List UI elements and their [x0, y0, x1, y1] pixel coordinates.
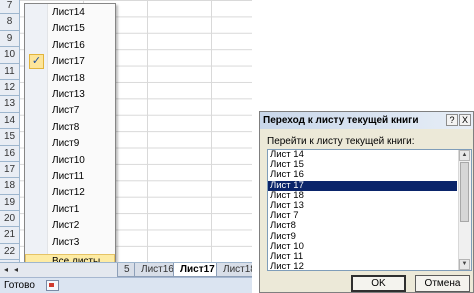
dialog-titlebar[interactable]: Переход к листу текущей книги ? X	[260, 112, 473, 129]
row-header[interactable]: 15	[0, 129, 19, 146]
row-header[interactable]: 13	[0, 96, 19, 113]
row-header[interactable]: 21	[0, 227, 19, 244]
list-scrollbar[interactable]: ▲ ▼	[458, 150, 471, 270]
first-sheet-nav-icon[interactable]: ◂	[2, 265, 10, 275]
row-header[interactable]: 22	[0, 244, 19, 261]
row-headers: 789101112131415161718192021222324	[0, 0, 20, 293]
sheet-list-items: Лист 14 Лист 15 Лист 16 Лист 17 Лист 18 Лист …	[268, 150, 471, 270]
sheet-menu-item-label: Лист12	[52, 187, 85, 199]
sheet-menu-item-label: Лист8	[52, 121, 80, 133]
sheet-menu-item[interactable]: Лист14	[25, 5, 115, 21]
sheet-menu-item-label: Лист7	[52, 105, 80, 117]
dialog-title: Переход к листу текущей книги	[263, 115, 419, 126]
sheet-menu-item-label: Лист2	[52, 220, 80, 232]
sheet-list-item[interactable]: Лист 7	[268, 210, 471, 221]
status-bar: Готово	[0, 277, 252, 293]
sheet-menu-item[interactable]: Лист8	[25, 120, 115, 136]
sheet-menu-item[interactable]: Лист3	[25, 235, 115, 251]
sheet-menu-item-label: Лист17	[52, 56, 85, 68]
scroll-up-icon[interactable]: ▲	[459, 150, 470, 161]
sheet-list-item[interactable]: Лист8	[268, 221, 471, 231]
sheet-menu-item-label: Лист14	[52, 7, 85, 18]
row-header[interactable]: 10	[0, 47, 19, 64]
scroll-thumb[interactable]	[460, 162, 469, 222]
sheet-menu-item-label: Лист1	[52, 203, 80, 215]
ok-button[interactable]: OK	[351, 275, 406, 292]
sheet-menu-item-label: Лист10	[52, 154, 85, 166]
sheet-tab-strip: ◂ ◂ 5Лист16Лист17Лист18	[0, 262, 252, 278]
spreadsheet-window: 789101112131415161718192021222324 Лист14…	[0, 0, 252, 293]
sheet-menu-item[interactable]: Лист18	[25, 71, 115, 87]
sheet-menu-item[interactable]: Лист2	[25, 218, 115, 234]
close-icon[interactable]: X	[459, 114, 471, 126]
sheet-listbox[interactable]: Лист 14 Лист 15 Лист 16 Лист 17 Лист 18 Лист …	[267, 149, 472, 271]
sheet-menu-item-label: Лист3	[52, 236, 80, 248]
sheet-tab[interactable]: Лист17	[173, 263, 222, 277]
row-header[interactable]: 7	[0, 0, 19, 15]
checkmark-icon: ✓	[29, 54, 44, 70]
help-icon[interactable]: ?	[446, 114, 458, 126]
sheet-menu-item[interactable]: Лист12	[25, 185, 115, 201]
cancel-button[interactable]: Отмена	[415, 275, 470, 292]
row-header[interactable]: 18	[0, 178, 19, 195]
sheet-menu-item-label: Лист18	[52, 72, 85, 84]
sheet-menu-item[interactable]: Лист1	[25, 202, 115, 218]
sheet-menu-item[interactable]: Лист15	[25, 21, 115, 37]
sheet-menu-item[interactable]: Лист13	[25, 87, 115, 103]
row-header[interactable]: 14	[0, 113, 19, 130]
row-header[interactable]: 9	[0, 31, 19, 48]
sheet-menu-item[interactable]: Лист10	[25, 153, 115, 169]
row-header[interactable]: 12	[0, 80, 19, 97]
macro-record-icon[interactable]	[46, 280, 59, 291]
sheet-menu-item[interactable]: Лист11	[25, 169, 115, 185]
sheet-menu-item[interactable]: Лист7	[25, 103, 115, 119]
go-to-sheet-dialog: Переход к листу текущей книги ? X Перейт…	[259, 111, 474, 293]
prev-sheet-nav-icon[interactable]: ◂	[12, 265, 20, 275]
sheet-list-context-menu: Лист14 Лист15 Лист16 ✓ Лист17 Лист18 Лист13 Лис…	[24, 3, 116, 273]
sheet-menu-item[interactable]: Лист9	[25, 136, 115, 152]
row-header[interactable]: 16	[0, 146, 19, 162]
row-header[interactable]: 11	[0, 64, 19, 80]
sheet-menu-item-label: Лист15	[52, 23, 85, 35]
scroll-down-icon[interactable]: ▼	[459, 259, 470, 270]
sheet-tab[interactable]: Лист18	[216, 263, 252, 277]
row-header[interactable]: 19	[0, 195, 19, 212]
sheet-menu-item-label: Лист11	[52, 171, 85, 182]
row-header[interactable]: 8	[0, 14, 19, 31]
sheet-menu-item[interactable]: ✓ Лист17	[25, 54, 115, 70]
status-text: Готово	[4, 280, 35, 291]
row-header[interactable]: 20	[0, 211, 19, 228]
sheet-menu-item-label: Лист9	[52, 138, 80, 150]
sheet-list-item[interactable]: Лист 12	[268, 261, 471, 270]
sheet-menu-item-label: Лист16	[52, 39, 85, 51]
row-header[interactable]: 17	[0, 162, 19, 179]
sheet-menu-item-label: Лист13	[52, 89, 85, 100]
dialog-prompt: Перейти к листу текущей книги:	[267, 136, 415, 147]
sheet-menu-item[interactable]: Лист16	[25, 38, 115, 54]
